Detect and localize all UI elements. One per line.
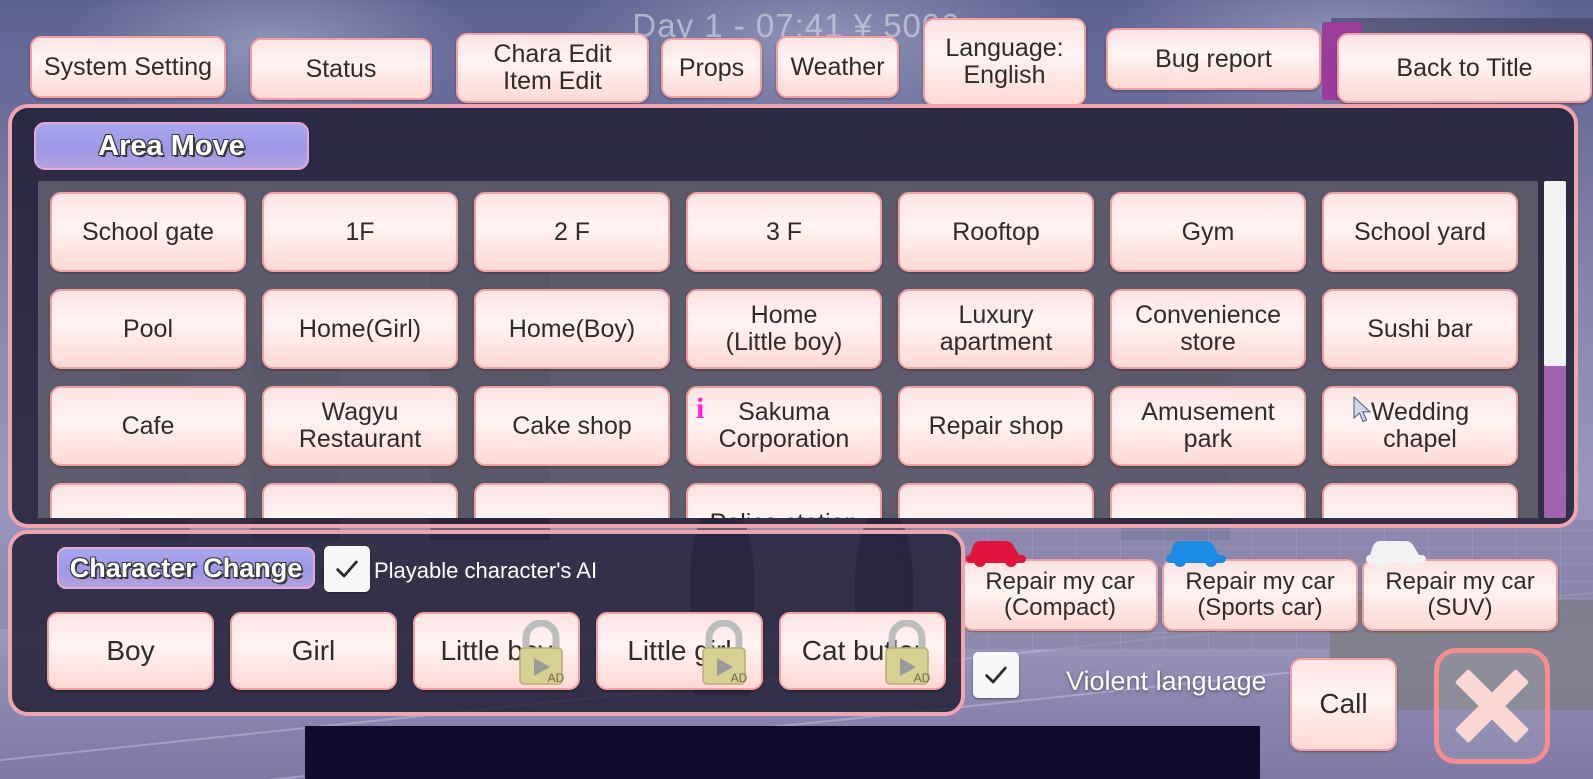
violent-language-label: Violent language bbox=[1066, 666, 1267, 696]
playable-ai-label: Playable character's AI bbox=[374, 558, 598, 583]
area-button-convenience-store[interactable]: Convenience store bbox=[1110, 289, 1306, 369]
area-button-police-station[interactable]: Police station bbox=[686, 483, 882, 518]
svg-text:AD: AD bbox=[548, 671, 565, 685]
area-button-home-girl[interactable]: Home(Girl) bbox=[262, 289, 458, 369]
area-button-label: School yard bbox=[1353, 217, 1487, 246]
area-button-label: Police station bbox=[710, 509, 859, 518]
area-button-pool[interactable]: Pool bbox=[50, 289, 246, 369]
toolbar-button-bug-report[interactable]: Bug report bbox=[1106, 28, 1321, 90]
area-button-sakuma-corporation[interactable]: i Sakuma Corporation bbox=[686, 386, 882, 466]
area-button-label: 3 F bbox=[765, 217, 803, 246]
area-button-label: Wagyu Restaurant bbox=[298, 398, 422, 453]
area-button-gym[interactable]: Gym bbox=[1110, 192, 1306, 272]
car-icon bbox=[1366, 541, 1426, 567]
area-move-grid: School gate 1F 2 F 3 F Rooftop Gym School yard… bbox=[50, 192, 1518, 518]
character-button-little-boy[interactable]: Little boy AD bbox=[413, 612, 580, 690]
area-button-label: Home (Little boy) bbox=[725, 301, 843, 356]
area-move-panel: Area Move School gate 1F 2 F3 F Rooftop Gym S… bbox=[8, 104, 1578, 528]
area-button-wedding-chapel[interactable]: Wedding chapel bbox=[1322, 386, 1518, 466]
repair-car-button-suv[interactable]: Repair my car (SUV) bbox=[1362, 559, 1558, 631]
area-button-label: Home(Boy) bbox=[508, 314, 636, 343]
area-button-label: Amusement park bbox=[1141, 398, 1275, 453]
character-button-boy[interactable]: Boy bbox=[47, 612, 214, 690]
area-button-empty[interactable] bbox=[898, 483, 1094, 518]
area-button-1f[interactable]: 1F bbox=[262, 192, 458, 272]
area-button-label: Repair shop bbox=[928, 411, 1064, 440]
area-button-label: 1F bbox=[345, 217, 375, 246]
area-button-2-f[interactable]: 2 F bbox=[474, 192, 670, 272]
area-button-cafe[interactable]: Cafe bbox=[50, 386, 246, 466]
playable-ai-checkbox[interactable] bbox=[324, 546, 370, 592]
area-move-title: Area Move bbox=[34, 122, 309, 170]
area-button-school-yard[interactable]: School yard bbox=[1322, 192, 1518, 272]
area-button-school-gate[interactable]: School gate bbox=[50, 192, 246, 272]
repair-car-button-compact[interactable]: Repair my car (Compact) bbox=[962, 559, 1158, 631]
character-button-little-girl[interactable]: Little girl AD bbox=[596, 612, 763, 690]
call-button[interactable]: Call bbox=[1290, 658, 1397, 751]
car-icon bbox=[1166, 541, 1226, 567]
svg-text:AD: AD bbox=[731, 671, 748, 685]
character-change-title: Character Change bbox=[57, 547, 315, 589]
area-button-wagyu-restaurant[interactable]: Wagyu Restaurant bbox=[262, 386, 458, 466]
area-move-scrollbar-thumb[interactable] bbox=[1544, 181, 1566, 367]
checkmark-icon bbox=[985, 666, 1007, 684]
toolbar-button-chara-edit-item-edit[interactable]: Chara Edit Item Edit bbox=[456, 33, 649, 103]
area-button-label: Wedding chapel bbox=[1370, 398, 1470, 453]
character-button-label: Little girl bbox=[627, 634, 732, 666]
area-button-label: Gym bbox=[1181, 217, 1235, 246]
area-move-scroll-region: School gate 1F 2 F 3 F Rooftop Gym School yard… bbox=[38, 181, 1538, 518]
area-button-label: 2 F bbox=[553, 217, 591, 246]
area-button-home-little-boy[interactable]: Home (Little boy) bbox=[686, 289, 882, 369]
character-button-label: Girl bbox=[291, 634, 336, 666]
area-button-label: Sushi bar bbox=[1367, 314, 1473, 343]
area-button-cake-shop[interactable]: Cake shop bbox=[474, 386, 670, 466]
character-button-label: Boy bbox=[106, 634, 155, 666]
dialog-box-area bbox=[305, 726, 1260, 779]
area-button-label: Convenience store bbox=[1135, 301, 1281, 356]
top-toolbar: System Setting Status Chara Edit Item Edit P… bbox=[0, 0, 1593, 108]
character-button-girl[interactable]: Girl bbox=[230, 612, 397, 690]
area-button-empty[interactable] bbox=[1322, 483, 1518, 518]
area-button-label: Cake shop bbox=[512, 411, 632, 440]
svg-text:AD: AD bbox=[914, 671, 931, 685]
character-button-label: Little boy bbox=[440, 634, 553, 666]
toolbar-button-status[interactable]: Status bbox=[250, 38, 432, 100]
info-i-icon: i bbox=[696, 392, 705, 425]
character-button-cat-butler[interactable]: Cat butler AD bbox=[779, 612, 946, 690]
area-button-3-f[interactable]: 3 F bbox=[686, 192, 882, 272]
area-button-empty[interactable] bbox=[50, 483, 246, 518]
toolbar-button-language-english[interactable]: Language: English bbox=[923, 18, 1086, 106]
toolbar-button-weather[interactable]: Weather bbox=[776, 36, 899, 98]
area-button-luxury-apartment[interactable]: Luxury apartment bbox=[898, 289, 1094, 369]
area-button-label: Rooftop bbox=[952, 217, 1040, 246]
character-buttons-row: Boy Girl Little boy AD Little girl AD Cat butl… bbox=[47, 612, 946, 690]
toolbar-button-system-setting[interactable]: System Setting bbox=[30, 36, 226, 98]
area-button-rooftop[interactable]: Rooftop bbox=[898, 192, 1094, 272]
character-button-label: Cat butler bbox=[801, 634, 924, 666]
area-button-empty[interactable] bbox=[474, 483, 670, 518]
checkmark-icon bbox=[336, 560, 358, 578]
area-button-label: Pool bbox=[122, 314, 174, 343]
car-icon bbox=[966, 541, 1026, 567]
area-move-scrollbar[interactable] bbox=[1544, 181, 1566, 518]
violent-language-checkbox[interactable] bbox=[973, 652, 1019, 698]
area-button-label: Luxury apartment bbox=[939, 301, 1053, 356]
area-button-repair-shop[interactable]: Repair shop bbox=[898, 386, 1094, 466]
area-button-empty[interactable] bbox=[1110, 483, 1306, 518]
area-button-label: Home(Girl) bbox=[298, 314, 422, 343]
area-button-label: School gate bbox=[81, 217, 215, 246]
area-button-home-boy[interactable]: Home(Boy) bbox=[474, 289, 670, 369]
area-button-label: Cafe bbox=[121, 411, 175, 440]
area-button-label: Sakuma Corporation bbox=[718, 398, 850, 453]
repair-car-button-sports-car[interactable]: Repair my car (Sports car) bbox=[1162, 559, 1358, 631]
toolbar-button-back-to-title[interactable]: Back to Title bbox=[1337, 33, 1592, 103]
close-button[interactable] bbox=[1434, 648, 1550, 764]
area-button-amusement-park[interactable]: Amusement park bbox=[1110, 386, 1306, 466]
area-button-sushi-bar[interactable]: Sushi bar bbox=[1322, 289, 1518, 369]
area-button-empty[interactable] bbox=[262, 483, 458, 518]
toolbar-button-props[interactable]: Props bbox=[661, 38, 762, 98]
